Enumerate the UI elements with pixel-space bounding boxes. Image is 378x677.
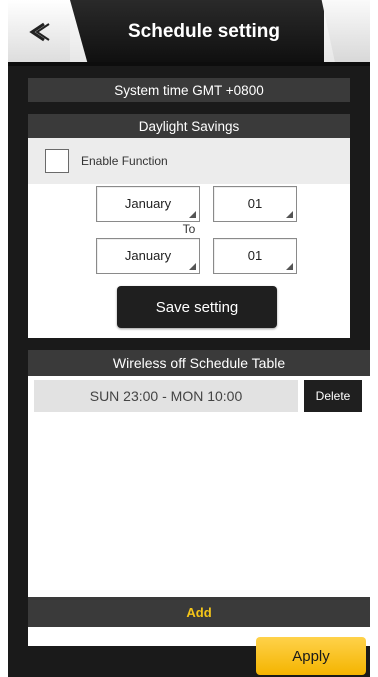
end-month-value: January xyxy=(124,248,172,263)
system-time-text: System time GMT +0800 xyxy=(114,82,264,98)
wireless-schedule-title: Wireless off Schedule Table xyxy=(112,355,286,371)
apply-label: Apply xyxy=(292,647,330,665)
dropdown-corner-icon xyxy=(189,211,196,218)
table-row[interactable]: SUN 23:00 - MON 10:00 xyxy=(34,380,298,412)
apply-button[interactable]: Apply xyxy=(256,637,366,675)
start-day-select[interactable]: 01 xyxy=(213,186,297,222)
wireless-schedule-header: Wireless off Schedule Table xyxy=(28,350,370,376)
start-day-value: 01 xyxy=(247,196,263,211)
back-button[interactable] xyxy=(8,0,70,64)
double-chevron-left-icon xyxy=(29,22,50,42)
delete-label: Delete xyxy=(315,389,351,403)
dropdown-corner-icon xyxy=(286,211,293,218)
title-tab: Schedule setting xyxy=(70,0,324,64)
add-button[interactable]: Add xyxy=(28,597,370,627)
header-divider xyxy=(8,62,370,66)
enable-function-row: Enable Function xyxy=(28,138,350,184)
enable-function-label: Enable Function xyxy=(81,154,168,168)
end-month-select[interactable]: January xyxy=(96,238,200,274)
end-day-value: 01 xyxy=(247,248,263,263)
page-title: Schedule setting xyxy=(127,21,281,42)
app-frame: Schedule setting System time GMT +0800 D… xyxy=(8,0,370,677)
enable-function-checkbox[interactable] xyxy=(45,149,69,173)
start-month-select[interactable]: January xyxy=(96,186,200,222)
delete-button[interactable]: Delete xyxy=(304,380,362,412)
daylight-savings-panel: Daylight Savings Enable Function January… xyxy=(28,114,350,338)
dropdown-corner-icon xyxy=(286,263,293,270)
schedule-entry-text: SUN 23:00 - MON 10:00 xyxy=(89,388,243,404)
save-setting-button[interactable]: Save setting xyxy=(117,286,277,328)
daylight-savings-header: Daylight Savings xyxy=(28,114,350,138)
end-day-select[interactable]: 01 xyxy=(213,238,297,274)
start-month-value: January xyxy=(124,196,172,211)
wireless-schedule-panel: Wireless off Schedule Table SUN 23:00 - … xyxy=(28,350,370,646)
add-label: Add xyxy=(186,604,212,620)
header: Schedule setting xyxy=(8,0,370,66)
daylight-savings-title: Daylight Savings xyxy=(138,118,240,134)
save-setting-label: Save setting xyxy=(155,298,239,316)
system-time-bar: System time GMT +0800 xyxy=(28,78,350,102)
to-label: To xyxy=(182,222,196,236)
dropdown-corner-icon xyxy=(189,263,196,270)
